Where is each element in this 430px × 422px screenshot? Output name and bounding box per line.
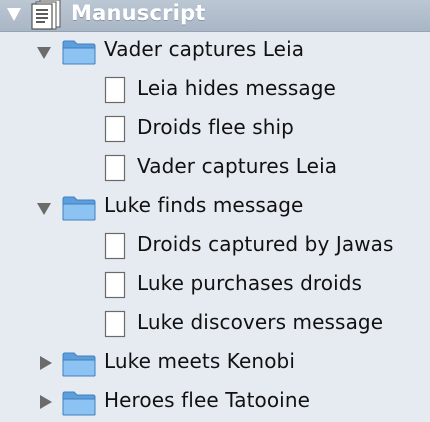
folder-icon: [62, 195, 96, 225]
binder-document-row[interactable]: Luke purchases droids: [0, 266, 430, 305]
disclosure-collapsed-icon[interactable]: [40, 395, 52, 409]
folder-icon: [62, 390, 96, 420]
manuscript-icon: [31, 0, 63, 34]
disclosure-collapsed-icon[interactable]: [40, 356, 52, 370]
disclosure-expanded-icon[interactable]: [37, 203, 51, 215]
document-icon: [104, 271, 126, 303]
manuscript-header[interactable]: Manuscript: [0, 0, 430, 32]
document-icon: [104, 154, 126, 186]
document-label: Vader captures Leia: [137, 154, 338, 178]
folder-label: Vader captures Leia: [104, 37, 305, 61]
document-label: Droids flee ship: [137, 115, 294, 139]
document-icon: [104, 232, 126, 264]
folder-label: Luke finds message: [104, 193, 304, 217]
disclosure-expanded-icon[interactable]: [7, 8, 21, 21]
folder-icon: [62, 39, 96, 69]
folder-label: Heroes flee Tatooine: [104, 388, 311, 412]
binder-folder-row[interactable]: Heroes flee Tatooine: [0, 383, 430, 422]
document-label: Luke discovers message: [137, 310, 384, 334]
folder-label: Luke meets Kenobi: [104, 349, 295, 373]
binder-folder-row[interactable]: Vader captures Leia: [0, 32, 430, 71]
document-label: Droids captured by Jawas: [137, 232, 394, 256]
binder-document-row[interactable]: Luke discovers message: [0, 305, 430, 344]
binder-document-row[interactable]: Droids captured by Jawas: [0, 227, 430, 266]
document-label: Luke purchases droids: [137, 271, 363, 295]
document-label: Leia hides message: [137, 76, 336, 100]
folder-icon: [62, 351, 96, 381]
binder-folder-row[interactable]: Luke meets Kenobi: [0, 344, 430, 383]
binder-document-row[interactable]: Leia hides message: [0, 71, 430, 110]
manuscript-title: Manuscript: [71, 1, 206, 25]
document-icon: [104, 310, 126, 342]
document-icon: [104, 115, 126, 147]
binder-document-row[interactable]: Vader captures Leia: [0, 149, 430, 188]
binder-document-row[interactable]: Droids flee ship: [0, 110, 430, 149]
binder-folder-row[interactable]: Luke finds message: [0, 188, 430, 227]
disclosure-expanded-icon[interactable]: [37, 47, 51, 59]
document-icon: [104, 76, 126, 108]
